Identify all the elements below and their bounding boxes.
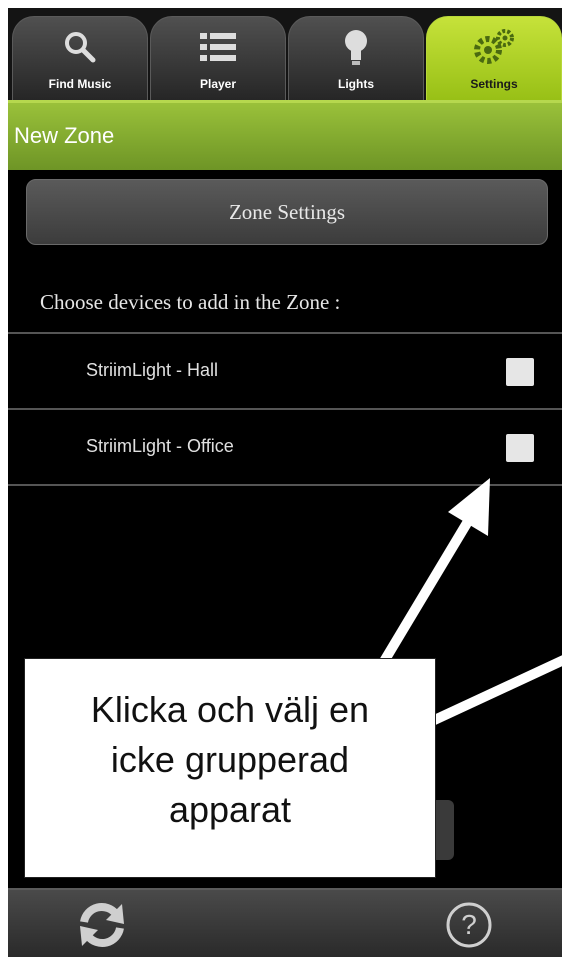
instruction-callout: Klicka och välj en icke grupperad appara… (24, 658, 436, 878)
header-bar: New Zone (8, 100, 562, 170)
tab-bar: Find Music Player Lights Settings (8, 8, 562, 100)
phone-screen: Find Music Player Lights Settings New Zo… (8, 8, 562, 957)
svg-text:?: ? (461, 909, 477, 940)
tab-find-music[interactable]: Find Music (12, 16, 148, 100)
gears-icon (427, 29, 561, 65)
list-icon (151, 29, 285, 65)
tab-label: Settings (470, 77, 518, 91)
refresh-icon[interactable] (74, 900, 130, 950)
page-title: New Zone (14, 123, 115, 148)
device-row-office[interactable]: StriimLight - Office (8, 410, 562, 484)
device-name: StriimLight - Hall (86, 360, 219, 380)
tab-settings[interactable]: Settings (426, 16, 562, 100)
callout-line: icke grupperad (110, 739, 350, 780)
tab-lights[interactable]: Lights (288, 16, 424, 100)
bulb-icon (289, 29, 423, 65)
tab-label: Player (199, 77, 237, 91)
callout-line: apparat (168, 789, 292, 830)
choose-devices-label: Choose devices to add in the Zone : (40, 290, 341, 314)
tab-label: Lights (338, 77, 374, 91)
device-checkbox[interactable] (506, 434, 534, 462)
zone-settings-button[interactable]: Zone Settings (26, 179, 548, 245)
device-checkbox[interactable] (506, 358, 534, 386)
help-icon[interactable]: ? (444, 900, 494, 950)
search-icon (13, 29, 147, 65)
device-row-hall[interactable]: StriimLight - Hall (8, 334, 562, 408)
arrow-head-icon (448, 478, 490, 536)
tab-label: Find Music (48, 77, 112, 91)
divider (8, 484, 562, 486)
bottom-bar: ? (8, 888, 562, 957)
callout-line: Klicka och välj en (90, 689, 370, 730)
tab-player[interactable]: Player (150, 16, 286, 100)
device-name: StriimLight - Office (86, 436, 234, 456)
